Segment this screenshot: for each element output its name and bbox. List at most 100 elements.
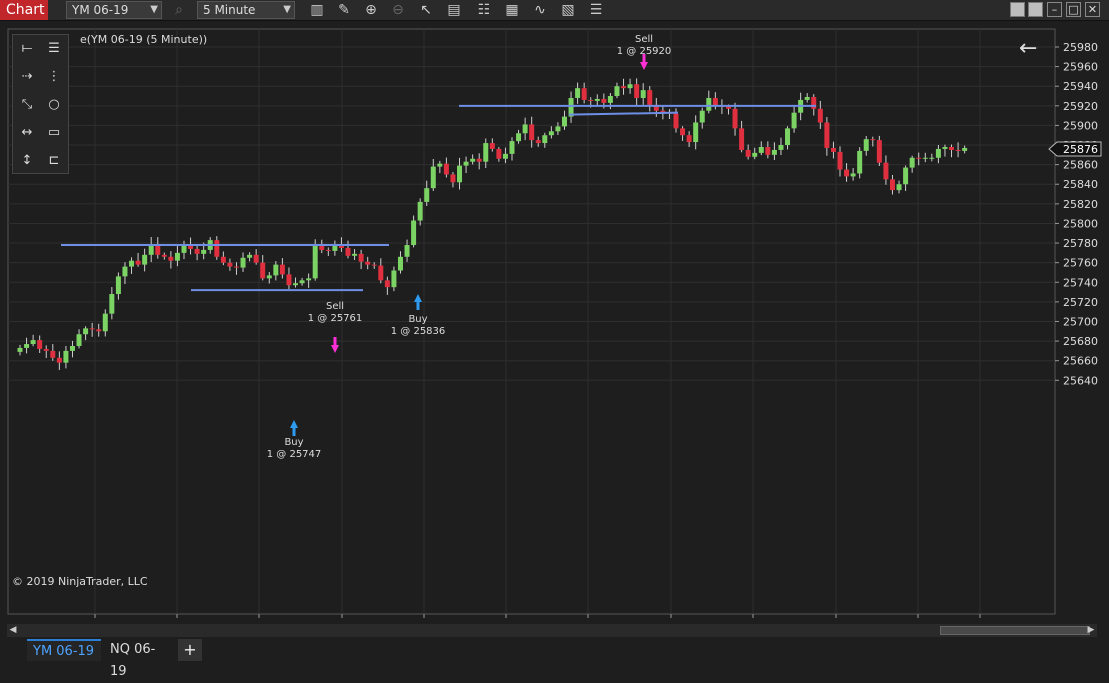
candle-body <box>253 254 259 263</box>
window-option-button[interactable] <box>1010 2 1025 17</box>
candle-body <box>627 84 633 89</box>
zoom-in-icon[interactable]: ⊕ <box>362 1 380 19</box>
candle-body <box>424 188 430 202</box>
vertical-line-icon[interactable]: ↕ <box>16 151 38 171</box>
candle-body <box>89 328 95 330</box>
execution-label: Buy <box>284 437 303 448</box>
ellipse-icon[interactable]: ○ <box>43 95 65 115</box>
candle-body <box>443 163 449 175</box>
back-arrow-icon[interactable]: ← <box>1019 36 1037 62</box>
scrollbar-thumb[interactable] <box>940 626 1090 635</box>
rectangle-icon[interactable]: ▭ <box>43 123 65 143</box>
candle-body <box>457 165 463 183</box>
y-tick-label: 25740 <box>1063 276 1098 289</box>
candle-body <box>811 96 817 109</box>
candle-body <box>647 90 653 105</box>
price-chart[interactable]: 25640 25660 25680 25700 25720 25740 25760 25780… <box>0 21 1109 624</box>
candle-body <box>240 257 246 268</box>
close-icon[interactable]: ✕ <box>1085 2 1100 17</box>
y-tick-label: 25700 <box>1063 315 1098 328</box>
add-tab-button[interactable]: + <box>178 639 202 661</box>
candle-body <box>50 350 56 358</box>
properties-icon[interactable]: ☷ <box>475 1 493 19</box>
candle-body <box>430 166 436 189</box>
candle-body <box>529 124 535 141</box>
risk-reward-icon[interactable]: ⊏ <box>43 151 65 171</box>
candle-body <box>404 245 410 257</box>
candle-body <box>778 145 784 150</box>
data-box-icon[interactable]: ▤ <box>445 1 463 19</box>
y-tick-label: 25960 <box>1063 61 1098 74</box>
candle-body <box>227 262 233 267</box>
y-tick-label: 25940 <box>1063 80 1098 93</box>
candle-body <box>699 110 705 123</box>
candle-body <box>502 153 508 159</box>
candle-body <box>824 122 830 148</box>
candle-body <box>63 350 69 363</box>
candle-body <box>634 84 640 98</box>
instrument-tab-bar: YM 06-19 NQ 06-19 + <box>0 638 1109 679</box>
search-icon[interactable]: ⌕ <box>170 1 188 19</box>
scroll-right-icon[interactable]: ▶ <box>1085 624 1097 637</box>
ray-icon[interactable]: ⇢ <box>16 67 38 87</box>
execution-detail: 1 @ 25920 <box>617 46 672 57</box>
tab-nq[interactable]: NQ 06-19 <box>104 639 176 679</box>
candle-body <box>109 294 115 314</box>
candle-body <box>725 106 731 109</box>
candle-body <box>949 146 955 150</box>
window-option-button-2[interactable] <box>1028 2 1043 17</box>
y-tick-label: 25780 <box>1063 237 1098 250</box>
candle-body <box>247 254 253 258</box>
candle-body <box>680 128 686 136</box>
drawing-objects-icon[interactable]: ☰ <box>587 1 605 19</box>
candle-body <box>916 157 922 159</box>
candle-body <box>76 334 82 346</box>
candle-body <box>804 96 810 100</box>
candle-body <box>69 345 75 351</box>
fibonacci-icon[interactable]: ⋮ <box>43 67 65 87</box>
horizontal-lines-icon[interactable]: ☰ <box>43 39 65 59</box>
extended-line-icon[interactable]: ↔ <box>16 123 38 143</box>
bar-type-icon[interactable]: ▥ <box>308 1 326 19</box>
line-icon[interactable]: ⟝ <box>16 39 38 59</box>
candle-body <box>850 173 856 177</box>
candle-body <box>135 260 141 265</box>
horizontal-scrollbar[interactable]: ◀ ▶ <box>7 624 1097 637</box>
arrow-line-icon[interactable]: ⤡ <box>16 95 38 115</box>
zoom-out-icon[interactable]: ⊖ <box>389 1 407 19</box>
candle-body <box>922 157 928 159</box>
candle-body <box>214 240 220 257</box>
candle-body <box>876 140 882 163</box>
maximize-icon[interactable]: □ <box>1066 2 1081 17</box>
candle-body <box>857 150 863 174</box>
candle-body <box>883 162 889 180</box>
minimize-icon[interactable]: – <box>1047 2 1062 17</box>
pencil-icon[interactable]: ✎ <box>335 1 353 19</box>
candle-body <box>496 148 502 159</box>
candle-body <box>17 347 23 352</box>
candle-body <box>542 135 548 144</box>
candle-body <box>509 141 515 154</box>
candle-body <box>686 135 692 143</box>
instrument-selector[interactable]: YM 06-19 ▼ <box>66 1 162 19</box>
candle-body <box>935 148 941 158</box>
strategies-icon[interactable]: ▧ <box>559 1 577 19</box>
candle-body <box>594 98 600 101</box>
candle-body <box>312 246 318 279</box>
candle-body <box>522 124 528 134</box>
scroll-left-icon[interactable]: ◀ <box>7 624 19 637</box>
candle-body <box>30 340 36 345</box>
indicators-icon[interactable]: ∿ <box>531 1 549 19</box>
candle-body <box>56 357 62 363</box>
candle-body <box>614 86 620 97</box>
y-tick-label: 25760 <box>1063 257 1098 270</box>
chart-style-icon[interactable]: ▦ <box>503 1 521 19</box>
pointer-icon[interactable]: ↖ <box>417 1 435 19</box>
candle-body <box>233 266 239 268</box>
interval-selector[interactable]: 5 Minute ▼ <box>197 1 295 19</box>
execution-label: Sell <box>635 34 653 45</box>
candle-body <box>43 348 49 351</box>
tab-ym[interactable]: YM 06-19 <box>27 639 101 661</box>
candle-body <box>909 157 915 168</box>
drawing-tools-panel: ⟝ ☰ ⇢ ⋮ ⤡ ○ ↔ ▭ ↕ ⊏ <box>12 34 69 174</box>
